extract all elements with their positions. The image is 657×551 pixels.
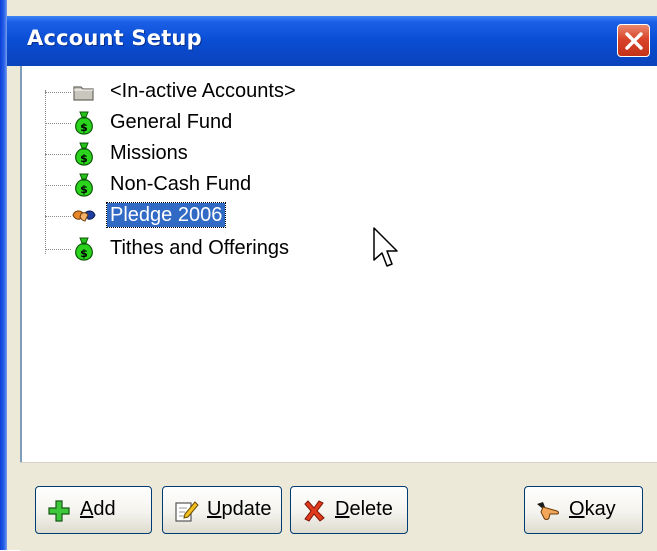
account-tree[interactable]: <In-active Accounts> $ General Fund $ Mi…: [20, 66, 657, 462]
tree-item-label: Non-Cash Fund: [110, 173, 252, 195]
green-plus-icon: [48, 500, 70, 522]
svg-text:$: $: [80, 152, 88, 165]
delete-button[interactable]: Delete: [290, 486, 408, 534]
add-button[interactable]: Add: [35, 486, 152, 534]
svg-text:$: $: [80, 121, 88, 134]
tree-item-label: <In-active Accounts>: [110, 80, 296, 102]
title-bar[interactable]: Account Setup: [7, 16, 657, 66]
pointing-hand-icon: [537, 502, 559, 520]
account-setup-window: Account Setup <In-active Accounts> $ Gen…: [0, 0, 657, 551]
money-bag-icon: $: [75, 173, 93, 197]
update-button-label: Update: [207, 498, 272, 520]
update-button[interactable]: Update: [162, 486, 282, 534]
add-button-label: Add: [80, 498, 116, 520]
folder-icon: [73, 86, 94, 101]
svg-text:$: $: [80, 247, 88, 260]
edit-pencil-icon: [175, 501, 199, 522]
svg-text:$: $: [80, 183, 88, 196]
tree-item-label: Missions: [110, 142, 188, 164]
tree-connector-line: [45, 90, 46, 254]
tree-item-label: Tithes and Offerings: [110, 237, 289, 259]
red-x-icon: [304, 500, 325, 522]
delete-button-label: Delete: [335, 498, 393, 520]
money-bag-icon: $: [75, 142, 93, 166]
close-x-icon: [625, 32, 643, 50]
tree-item-label: General Fund: [110, 111, 233, 133]
okay-button[interactable]: Okay: [524, 486, 643, 534]
tree-item-label: Pledge 2006: [105, 202, 227, 228]
okay-button-label: Okay: [569, 498, 616, 520]
money-bag-icon: $: [75, 237, 93, 261]
close-button[interactable]: [617, 24, 650, 57]
handshake-icon: [72, 210, 96, 222]
money-bag-icon: $: [75, 111, 93, 135]
mouse-cursor-icon: [373, 227, 398, 267]
window-title: Account Setup: [27, 26, 202, 50]
window-left-border: [0, 0, 7, 550]
